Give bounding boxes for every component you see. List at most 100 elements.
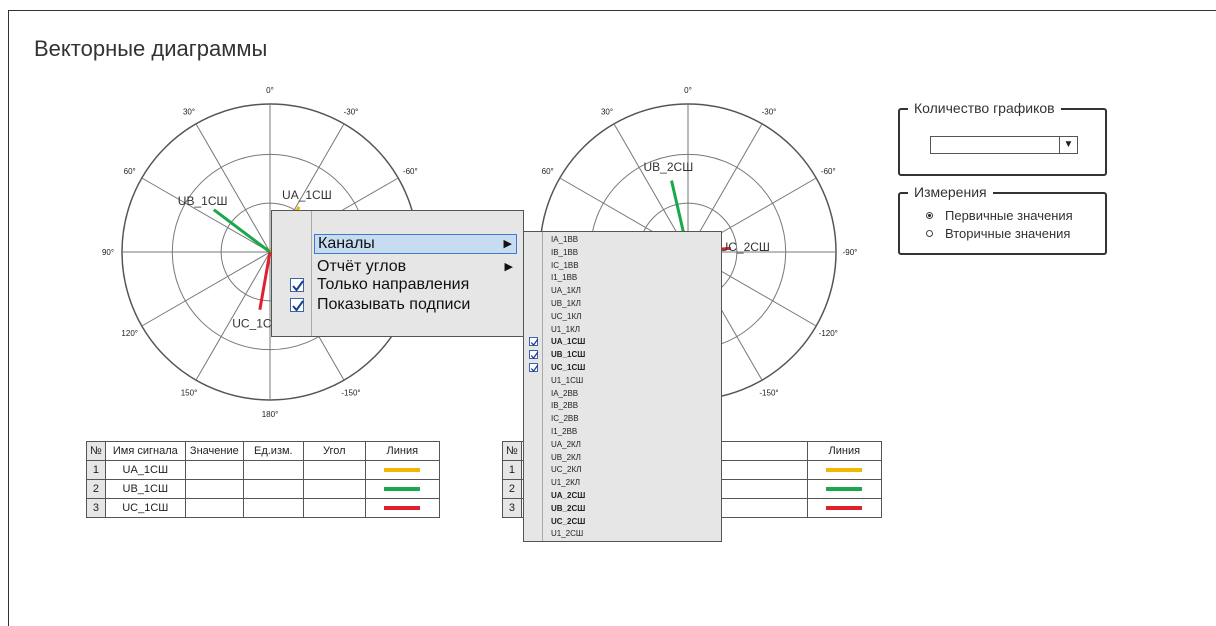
menu-item[interactable]: Отчёт углов ▶ [317,257,517,277]
vector-label: UC_2СШ [720,240,770,254]
num-cell: 1 [86,460,106,480]
channel-item[interactable]: UC_1СШ [551,363,585,373]
radio-button[interactable] [926,230,933,237]
menu-item-label: Отчёт углов [317,258,407,275]
radio-primary-values[interactable]: Первичные значения [926,208,1073,223]
angle-label: 120° [121,329,138,338]
column-header[interactable]: № [502,441,522,461]
channel-item[interactable]: I1_2ВВ [551,427,577,437]
grid-spoke [141,251,271,327]
checkmark-icon [530,352,539,360]
angle-label: -90° [843,248,858,257]
line-color-cell [806,498,882,518]
page-title: Векторные диаграммы [34,36,268,61]
measurements-group: Измерения Первичные значения Вторичные з… [898,184,1107,255]
num-cell: 1 [502,460,522,480]
line-color-cell [806,460,882,480]
menu-checkbox[interactable] [290,298,304,312]
dropdown-arrow-icon[interactable]: ▼ [1059,137,1077,153]
menu-item-label: Показывать подписи [317,296,471,313]
column-header[interactable]: Имя сигнала [104,441,186,461]
angle-label: 0° [266,86,274,95]
vector-label: UB_1СШ [178,194,228,208]
graph-count-dropdown[interactable]: ▼ [930,136,1078,154]
angle-cell [302,479,366,499]
channel-checkbox[interactable] [529,350,539,360]
menu-gutter [272,211,312,336]
table-row[interactable]: 1 UA_1СШ [86,460,440,480]
channel-item[interactable]: U1_1КЛ [551,325,580,335]
channel-item[interactable]: U1_2СШ [551,529,583,539]
angle-label: -60° [821,167,836,176]
unit-cell [242,498,304,518]
menu-item-label: Каналы [318,235,375,252]
line-color-swatch [826,506,863,511]
column-header[interactable]: № [86,441,106,461]
column-header[interactable]: Линия [806,441,882,461]
channel-item[interactable]: U1_1СШ [551,376,583,386]
vector-label: UA_1СШ [282,188,332,202]
menu-item[interactable]: Только направления [317,275,517,295]
angle-label: 60° [542,167,554,176]
menu-item[interactable]: Каналы ▶ [314,234,517,254]
channel-item[interactable]: UA_2СШ [551,491,585,501]
angle-label: 30° [601,108,613,117]
column-header[interactable]: Ед.изм. [242,441,304,461]
checkmark-icon [292,300,304,312]
angle-cell [302,498,366,518]
submenu-arrow-icon: ▶ [503,238,512,250]
line-color-cell [806,479,882,499]
table-row[interactable]: 2 UB_1СШ [86,479,440,499]
num-cell: 2 [86,479,106,499]
channel-item[interactable]: UB_2КЛ [551,453,581,463]
channel-item[interactable]: IC_2ВВ [551,414,579,424]
angle-label: -30° [762,108,777,117]
submenu-gutter [524,232,543,541]
channel-item[interactable]: IA_2ВВ [551,389,578,399]
num-cell: 3 [502,498,522,518]
channel-item[interactable]: UA_2КЛ [551,440,581,450]
channel-item[interactable]: UB_2СШ [551,504,585,514]
submenu-arrow-icon: ▶ [504,261,513,273]
radio-secondary-values[interactable]: Вторичные значения [926,226,1070,241]
column-header[interactable]: Линия [364,441,440,461]
line-color-swatch [384,468,421,473]
channel-item[interactable]: IB_1ВВ [551,248,578,258]
radio-button[interactable] [926,212,933,219]
channel-item[interactable]: UC_2СШ [551,517,585,527]
channel-item[interactable]: U1_2КЛ [551,478,580,488]
checkmark-icon [530,339,539,347]
menu-checkbox[interactable] [290,278,304,292]
table-row[interactable]: 3 UC_1СШ [86,498,440,518]
line-color-cell [364,498,440,518]
channel-item[interactable]: UC_1КЛ [551,312,581,322]
menu-item[interactable]: Показывать подписи [317,295,517,315]
grid-spoke [141,177,271,253]
radio-label: Первичные значения [945,208,1073,223]
channel-item[interactable]: UA_1СШ [551,337,585,347]
channel-item[interactable]: IB_2ВВ [551,401,578,411]
column-header[interactable]: Значение [184,441,244,461]
angle-label: -30° [344,108,359,117]
unit-cell [242,460,304,480]
channel-item[interactable]: IA_1ВВ [551,235,578,245]
checkmark-icon [530,364,539,373]
line-color-swatch [826,487,863,492]
value-cell [184,479,244,499]
context-menu: Каналы ▶ Отчёт углов ▶ Только направления Пок… [271,210,524,337]
column-header[interactable]: Угол [302,441,366,461]
angle-label: -120° [819,329,838,338]
channel-item[interactable]: UB_1КЛ [551,299,581,309]
channel-item[interactable]: I1_1ВВ [551,273,577,283]
channel-item[interactable]: UC_2КЛ [551,465,581,475]
channel-checkbox[interactable] [529,363,539,373]
line-color-cell [364,460,440,480]
graph-count-group: Количество графиков ▼ [898,100,1107,176]
channel-item[interactable]: UB_1СШ [551,350,585,360]
channel-item[interactable]: IC_1ВВ [551,261,579,271]
channel-item[interactable]: UA_1КЛ [551,286,581,296]
unit-cell [242,479,304,499]
channel-checkbox[interactable] [529,337,539,347]
angle-label: -150° [341,388,360,397]
angle-cell [302,460,366,480]
